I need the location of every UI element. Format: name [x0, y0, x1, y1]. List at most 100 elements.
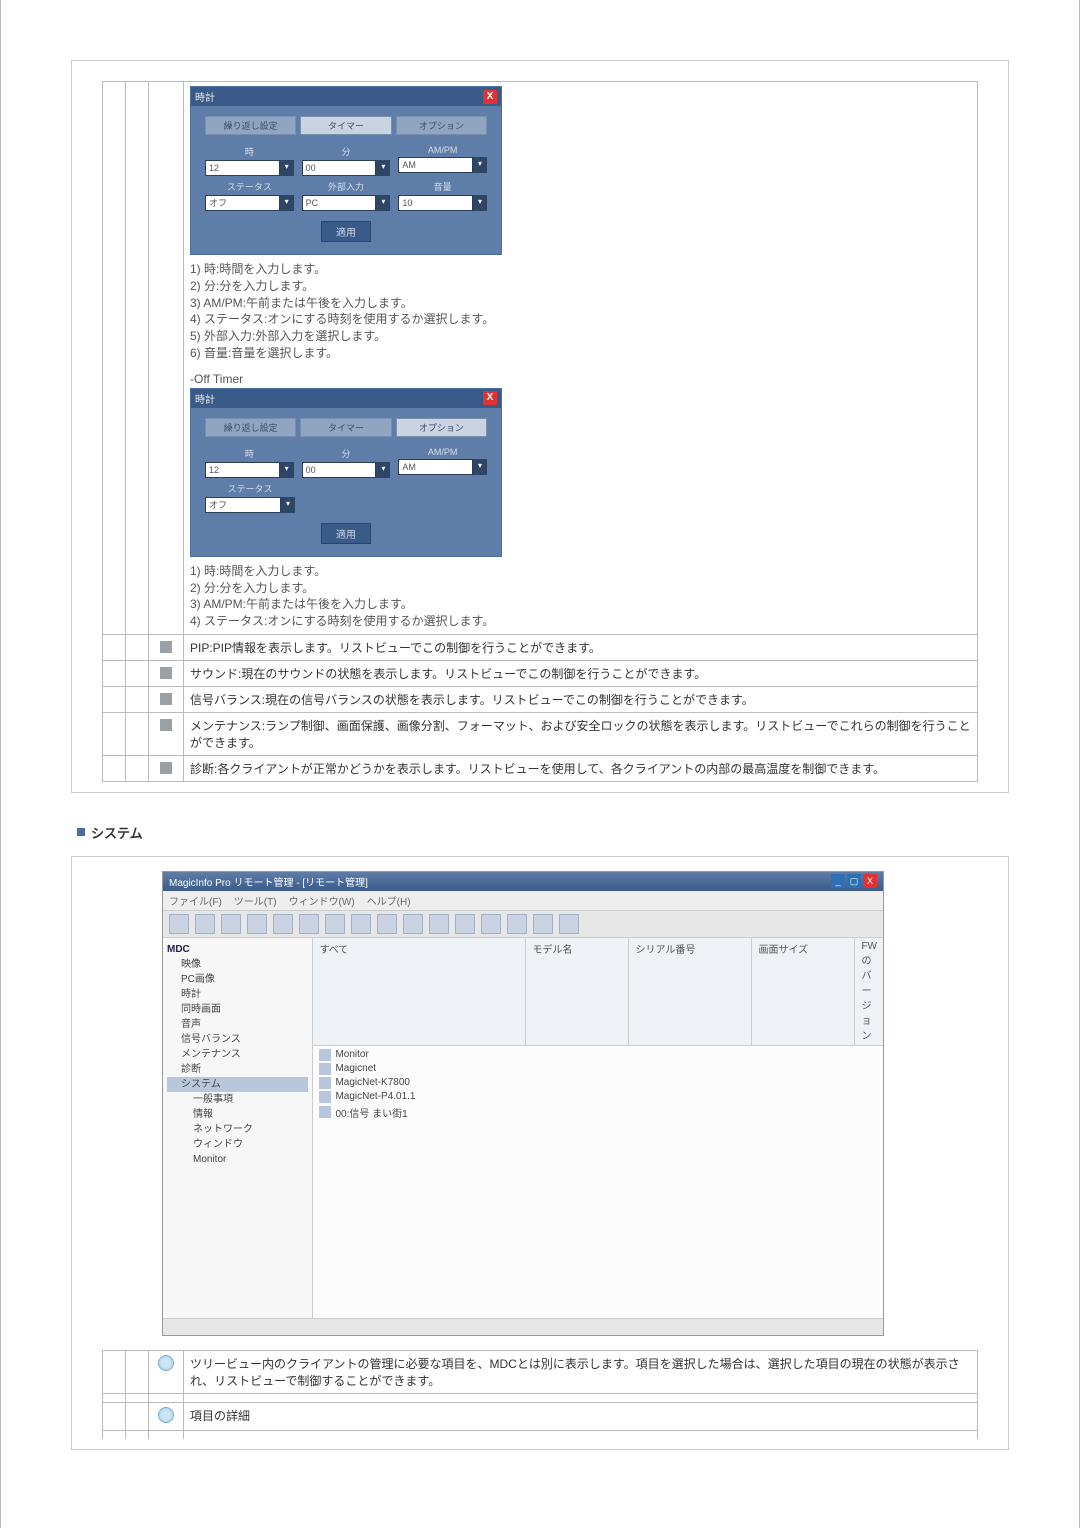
toolbar-icon[interactable]: [247, 914, 267, 934]
toolbar-icon[interactable]: [195, 914, 215, 934]
menu-help[interactable]: ヘルプ(H): [367, 893, 411, 908]
tree-item[interactable]: メンテナンス: [167, 1047, 308, 1062]
tree-item[interactable]: 診断: [167, 1062, 308, 1077]
text-diag: 診断:各クライアントが正常かどうかを表示します。リストビューを使用して、各クライ…: [184, 755, 978, 781]
chevron-down-icon[interactable]: ▾: [280, 195, 294, 211]
bottom-details: 項目の詳細: [184, 1402, 978, 1430]
tree-item[interactable]: 映像: [167, 957, 308, 972]
toolbar-icon[interactable]: [221, 914, 241, 934]
row-ontimer: 時計 X 繰り返し設定 タイマー オプション 時: [103, 82, 978, 635]
toolbar-icon[interactable]: [403, 914, 423, 934]
item-icon: [319, 1063, 331, 1075]
toolbar: [163, 911, 883, 938]
chevron-down-icon[interactable]: ▾: [281, 497, 295, 513]
chevron-down-icon[interactable]: ▾: [376, 462, 390, 478]
maximize-icon[interactable]: ▢: [847, 874, 861, 888]
status-field[interactable]: オフ ▾: [205, 497, 295, 513]
ampm-field[interactable]: AM ▾: [398, 157, 487, 173]
row-sound: サウンド:現在のサウンドの状態を表示します。リストビューでこの制御を行うことがで…: [103, 660, 978, 686]
toolbar-icon[interactable]: [481, 914, 501, 934]
ampm-field[interactable]: AM ▾: [398, 459, 487, 475]
menu-window[interactable]: ウィンドウ(W): [289, 893, 355, 908]
toolbar-icon[interactable]: [429, 914, 449, 934]
tree-item[interactable]: PC画像: [167, 972, 308, 987]
status-field[interactable]: オフ ▾: [205, 195, 294, 211]
hour-field[interactable]: 12 ▾: [205, 462, 294, 478]
col-header[interactable]: FWのバージョン: [855, 938, 883, 1045]
hour-field[interactable]: 12 ▾: [205, 160, 294, 176]
chevron-down-icon[interactable]: ▾: [473, 459, 487, 475]
toolbar-icon[interactable]: [455, 914, 475, 934]
apply-button[interactable]: 適用: [321, 221, 371, 242]
chevron-down-icon[interactable]: ▾: [376, 160, 390, 176]
toolbar-icon[interactable]: [377, 914, 397, 934]
close-icon[interactable]: X: [483, 90, 497, 104]
list-row[interactable]: 00:信号 まい街1: [319, 1104, 877, 1121]
toolbar-icon[interactable]: [325, 914, 345, 934]
lbl-ampm: AM/PM: [398, 145, 487, 155]
col-header[interactable]: すべて: [313, 938, 526, 1045]
lbl-minute: 分: [302, 447, 391, 460]
menu-file[interactable]: ファイル(F): [169, 893, 222, 908]
lbl-hour: 時: [205, 447, 294, 460]
toolbar-icon[interactable]: [351, 914, 371, 934]
tree-item-selected[interactable]: システム: [167, 1077, 308, 1092]
apply-button[interactable]: 適用: [321, 523, 371, 544]
tab-repeat[interactable]: 繰り返し設定: [205, 418, 296, 437]
tree-item[interactable]: 同時画面: [167, 1002, 308, 1017]
tree-item[interactable]: 信号バランス: [167, 1032, 308, 1047]
tree-item[interactable]: ネットワーク: [167, 1122, 308, 1137]
minute-field[interactable]: 00 ▾: [302, 462, 391, 478]
toolbar-icon[interactable]: [299, 914, 319, 934]
tree-item[interactable]: 時計: [167, 987, 308, 1002]
toolbar-icon[interactable]: [507, 914, 527, 934]
tree-item[interactable]: 音声: [167, 1017, 308, 1032]
tree-item[interactable]: 情報: [167, 1107, 308, 1122]
chevron-down-icon[interactable]: ▾: [280, 462, 294, 478]
chevron-down-icon[interactable]: ▾: [473, 195, 487, 211]
minute-field[interactable]: 00 ▾: [302, 160, 391, 176]
square-icon: [77, 828, 85, 836]
list-row[interactable]: MagicNet-K7800: [319, 1076, 877, 1090]
tab-options[interactable]: オプション: [396, 116, 487, 135]
ext-field[interactable]: PC ▾: [302, 195, 391, 211]
tree-root[interactable]: MDC: [167, 942, 308, 957]
list-row[interactable]: Magicnet: [319, 1062, 877, 1076]
item-icon: [319, 1077, 331, 1089]
tab-timer[interactable]: タイマー: [300, 418, 391, 437]
text-pip: PIP:PIP情報を表示します。リストビューでこの制御を行うことができます。: [184, 634, 978, 660]
menu-tool[interactable]: ツール(T): [234, 893, 277, 908]
tab-repeat[interactable]: 繰り返し設定: [205, 116, 296, 135]
tab-options[interactable]: オプション: [396, 418, 487, 437]
tree-item[interactable]: ウィンドウ: [167, 1137, 308, 1152]
col-header[interactable]: シリアル番号: [629, 938, 752, 1045]
toolbar-icon[interactable]: [533, 914, 553, 934]
row-signal: 信号バランス:現在の信号バランスの状態を表示します。リストビューでこの制御を行う…: [103, 686, 978, 712]
list-row[interactable]: Monitor: [319, 1048, 877, 1062]
vol-field[interactable]: 10 ▾: [398, 195, 487, 211]
close-icon[interactable]: X: [483, 391, 497, 405]
tree-view[interactable]: MDC 映像 PC画像 時計 同時画面 音声 信号バランス メンテナンス 診断 …: [163, 938, 313, 1318]
col-header[interactable]: モデル名: [526, 938, 629, 1045]
list-view[interactable]: すべて モデル名 シリアル番号 画面サイズ FWのバージョン Monitor M…: [313, 938, 883, 1318]
row-diag: 診断:各クライアントが正常かどうかを表示します。リストビューを使用して、各クライ…: [103, 755, 978, 781]
chevron-down-icon[interactable]: ▾: [376, 195, 390, 211]
chevron-down-icon[interactable]: ▾: [280, 160, 294, 176]
offtimer-dialog: 時計 X 繰り返し設定 タイマー オプション 時: [190, 388, 502, 557]
list-icon: [160, 762, 172, 774]
col-header[interactable]: 画面サイズ: [752, 938, 855, 1045]
chevron-down-icon[interactable]: ▾: [473, 157, 487, 173]
window-title: MagicInfo Pro リモート管理 - [リモート管理]: [169, 874, 368, 889]
list-icon: [160, 719, 172, 731]
tab-timer[interactable]: タイマー: [300, 116, 391, 135]
minimize-icon[interactable]: _: [831, 874, 845, 888]
toolbar-icon[interactable]: [169, 914, 189, 934]
list-icon: [160, 641, 172, 653]
tree-item[interactable]: 一般事項: [167, 1092, 308, 1107]
ontimer-title: 時計: [195, 89, 215, 104]
list-row[interactable]: MagicNet-P4.01.1: [319, 1090, 877, 1104]
tree-item[interactable]: Monitor: [167, 1152, 308, 1167]
close-icon[interactable]: X: [863, 874, 877, 888]
toolbar-icon[interactable]: [273, 914, 293, 934]
toolbar-icon[interactable]: [559, 914, 579, 934]
